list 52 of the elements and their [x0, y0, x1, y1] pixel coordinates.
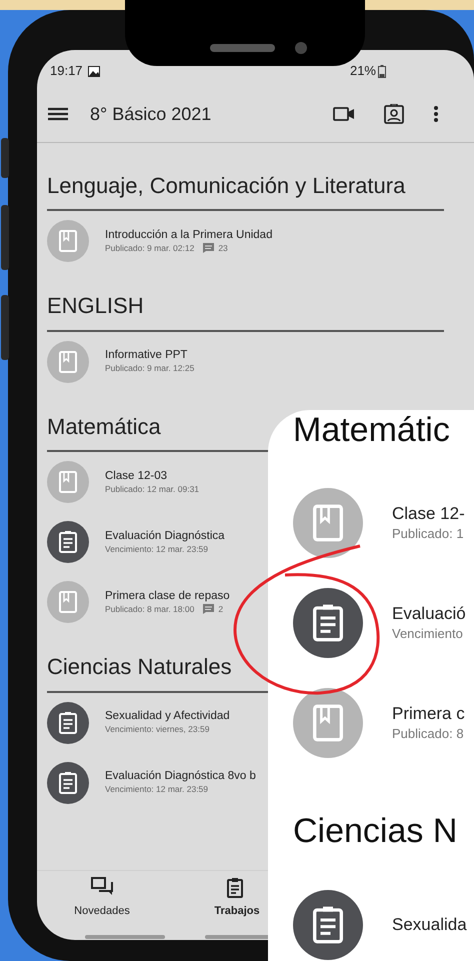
section-heading: Matemática: [47, 414, 161, 440]
section-heading: Ciencias Naturales: [47, 654, 232, 681]
section-heading: Lenguaje, Comunicación y Literatura: [47, 173, 406, 200]
item-date: Vencimiento: 12 mar. 23:59: [105, 544, 208, 555]
section-heading: Matemátic: [293, 412, 450, 450]
comment-count: 23: [218, 242, 228, 254]
item-date: Publicado: 9 mar. 02:12: [105, 242, 194, 254]
item-title[interactable]: Introducción a la Primera Unidad: [105, 228, 272, 243]
book-icon: [47, 461, 89, 504]
book-icon: [47, 581, 89, 624]
item-date: Publicado: 8 mar. 18:00: [105, 604, 194, 615]
book-icon: [47, 220, 89, 262]
item-title[interactable]: Sexualida: [392, 914, 467, 936]
battery-icon: [378, 64, 386, 78]
app-title: 8° Básico 2021: [90, 102, 212, 126]
book-icon: [47, 340, 89, 383]
item-date: Vencimiento: viernes, 23:59: [105, 724, 210, 735]
clipboard-icon: [47, 762, 89, 804]
item-title[interactable]: Clase 12-03: [105, 470, 200, 484]
comment-icon: [203, 604, 214, 614]
comment-count: 2: [218, 604, 224, 615]
item-title[interactable]: Sexualidad y Afectividad: [105, 710, 230, 724]
item-title[interactable]: Evaluación Diagnóstica 8vo b: [105, 770, 256, 784]
clipboard-icon: [47, 521, 89, 564]
section-heading: Ciencias N: [293, 813, 458, 851]
item-date: Vencimiento: 12 mar. 23:59: [105, 784, 208, 795]
item-date: Vencimiento: [392, 625, 464, 644]
item-date: Publicado: 12 mar. 09:31: [105, 484, 200, 495]
battery-level: 21%: [350, 62, 376, 80]
image-icon: [88, 66, 100, 76]
status-time: 19:17: [50, 62, 83, 80]
clipboard-icon: [293, 588, 363, 658]
nav-tab[interactable]: Novedades: [37, 871, 167, 940]
item-title[interactable]: Informative PPT: [105, 349, 194, 364]
clipboard-icon: [47, 702, 89, 744]
video-camera-icon[interactable]: [333, 106, 355, 122]
item-title[interactable]: Clase 12-: [392, 503, 465, 524]
more-options-icon[interactable]: [433, 105, 439, 123]
item-date: Publicado: 8: [392, 725, 465, 744]
book-icon: [293, 688, 363, 758]
comment-icon: [203, 243, 214, 254]
account-box-icon[interactable]: [384, 104, 404, 124]
item-title[interactable]: Evaluació: [392, 603, 466, 624]
nav-tab[interactable]: Trabajos: [207, 871, 267, 940]
book-icon: [293, 488, 363, 558]
item-title[interactable]: Primera c: [392, 703, 465, 724]
item-date: Publicado: 9 mar. 12:25: [105, 363, 194, 374]
menu-icon[interactable]: [48, 107, 68, 121]
item-title[interactable]: Primera clase de repaso: [105, 590, 230, 604]
item-date: Publicado: 1: [392, 525, 465, 544]
section-heading: ENGLISH: [47, 293, 144, 320]
item-title[interactable]: Evaluación Diagnóstica: [105, 530, 225, 544]
